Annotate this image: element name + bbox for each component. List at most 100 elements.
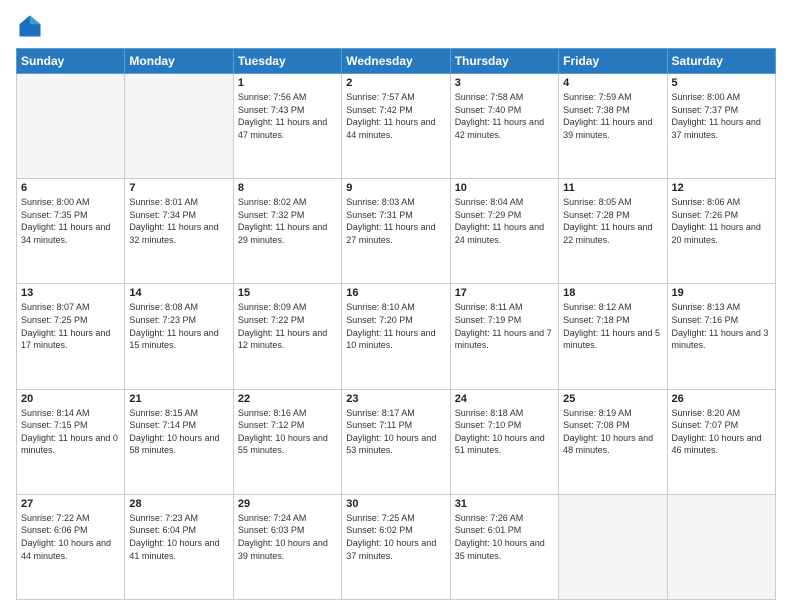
day-cell: 26 Sunrise: 8:20 AMSunset: 7:07 PMDayligh… [667, 389, 775, 494]
day-number: 30 [346, 498, 445, 510]
page: SundayMondayTuesdayWednesdayThursdayFrid… [0, 0, 792, 612]
day-cell: 9Sunrise: 8:03 AMSunset: 7:31 PMDaylight… [342, 179, 450, 284]
day-number: 6 [21, 182, 120, 194]
day-cell: 17Sunrise: 8:11 AMSunset: 7:19 PMDayligh… [450, 284, 558, 389]
weekday-header-monday: Monday [125, 49, 233, 74]
day-cell [17, 74, 125, 179]
day-cell: 14Sunrise: 8:08 AMSunset: 7:23 PMDayligh… [125, 284, 233, 389]
day-info: Sunrise: 8:15 AMSunset: 7:14 PMDaylight:… [129, 407, 228, 457]
week-row-1: 1 Sunrise: 7:56 AMSunset: 7:43 PMDaylight… [17, 74, 776, 179]
day-number: 20 [21, 393, 120, 405]
day-cell: 2 Sunrise: 7:57 AMSunset: 7:42 PMDaylight… [342, 74, 450, 179]
weekday-header-sunday: Sunday [17, 49, 125, 74]
day-number: 25 [563, 393, 662, 405]
day-cell: 29 Sunrise: 7:24 AMSunset: 6:03 PMDayligh… [233, 494, 341, 599]
day-info: Sunrise: 8:19 AMSunset: 7:08 PMDaylight:… [563, 407, 662, 457]
day-cell: 20 Sunrise: 8:14 AMSunset: 7:15 PMDayligh… [17, 389, 125, 494]
day-cell: 7Sunrise: 8:01 AMSunset: 7:34 PMDaylight… [125, 179, 233, 284]
week-row-3: 13 Sunrise: 8:07 AMSunset: 7:25 PMDayligh… [17, 284, 776, 389]
day-info: Sunrise: 8:13 AMSunset: 7:16 PMDaylight:… [672, 301, 771, 351]
day-cell [559, 494, 667, 599]
logo [16, 12, 48, 40]
day-number: 24 [455, 393, 554, 405]
day-number: 28 [129, 498, 228, 510]
day-cell: 19 Sunrise: 8:13 AMSunset: 7:16 PMDayligh… [667, 284, 775, 389]
day-number: 22 [238, 393, 337, 405]
day-info: Sunrise: 7:23 AMSunset: 6:04 PMDaylight:… [129, 512, 228, 562]
day-info: Sunrise: 8:04 AMSunset: 7:29 PMDaylight:… [455, 196, 554, 246]
weekday-header-tuesday: Tuesday [233, 49, 341, 74]
day-cell: 3Sunrise: 7:58 AMSunset: 7:40 PMDaylight… [450, 74, 558, 179]
calendar-table: SundayMondayTuesdayWednesdayThursdayFrid… [16, 48, 776, 600]
day-cell: 5 Sunrise: 8:00 AMSunset: 7:37 PMDaylight… [667, 74, 775, 179]
day-cell: 13 Sunrise: 8:07 AMSunset: 7:25 PMDayligh… [17, 284, 125, 389]
day-number: 12 [672, 182, 771, 194]
day-info: Sunrise: 8:14 AMSunset: 7:15 PMDaylight:… [21, 407, 120, 457]
day-cell: 1 Sunrise: 7:56 AMSunset: 7:43 PMDaylight… [233, 74, 341, 179]
day-number: 5 [672, 77, 771, 89]
day-info: Sunrise: 8:02 AMSunset: 7:32 PMDaylight:… [238, 196, 337, 246]
day-cell: 10 Sunrise: 8:04 AMSunset: 7:29 PMDayligh… [450, 179, 558, 284]
day-number: 16 [346, 287, 445, 299]
day-cell: 27 Sunrise: 7:22 AMSunset: 6:06 PMDayligh… [17, 494, 125, 599]
day-number: 23 [346, 393, 445, 405]
day-number: 4 [563, 77, 662, 89]
day-cell: 18 Sunrise: 8:12 AMSunset: 7:18 PMDayligh… [559, 284, 667, 389]
weekday-header-wednesday: Wednesday [342, 49, 450, 74]
day-cell: 22 Sunrise: 8:16 AMSunset: 7:12 PMDayligh… [233, 389, 341, 494]
day-number: 17 [455, 287, 554, 299]
day-cell: 21 Sunrise: 8:15 AMSunset: 7:14 PMDayligh… [125, 389, 233, 494]
day-info: Sunrise: 8:07 AMSunset: 7:25 PMDaylight:… [21, 301, 120, 351]
day-info: Sunrise: 7:24 AMSunset: 6:03 PMDaylight:… [238, 512, 337, 562]
day-number: 19 [672, 287, 771, 299]
day-number: 13 [21, 287, 120, 299]
day-cell: 24Sunrise: 8:18 AMSunset: 7:10 PMDayligh… [450, 389, 558, 494]
day-number: 31 [455, 498, 554, 510]
day-info: Sunrise: 8:12 AMSunset: 7:18 PMDaylight:… [563, 301, 662, 351]
day-info: Sunrise: 8:09 AMSunset: 7:22 PMDaylight:… [238, 301, 337, 351]
weekday-header-saturday: Saturday [667, 49, 775, 74]
day-number: 27 [21, 498, 120, 510]
day-number: 21 [129, 393, 228, 405]
day-info: Sunrise: 8:10 AMSunset: 7:20 PMDaylight:… [346, 301, 445, 351]
day-info: Sunrise: 8:05 AMSunset: 7:28 PMDaylight:… [563, 196, 662, 246]
day-info: Sunrise: 8:08 AMSunset: 7:23 PMDaylight:… [129, 301, 228, 351]
day-info: Sunrise: 8:00 AMSunset: 7:35 PMDaylight:… [21, 196, 120, 246]
day-info: Sunrise: 7:25 AMSunset: 6:02 PMDaylight:… [346, 512, 445, 562]
day-info: Sunrise: 7:59 AMSunset: 7:38 PMDaylight:… [563, 91, 662, 141]
day-cell: 6 Sunrise: 8:00 AMSunset: 7:35 PMDaylight… [17, 179, 125, 284]
header [16, 12, 776, 40]
day-info: Sunrise: 7:56 AMSunset: 7:43 PMDaylight:… [238, 91, 337, 141]
day-cell: 8 Sunrise: 8:02 AMSunset: 7:32 PMDaylight… [233, 179, 341, 284]
day-number: 29 [238, 498, 337, 510]
day-number: 8 [238, 182, 337, 194]
weekday-header-row: SundayMondayTuesdayWednesdayThursdayFrid… [17, 49, 776, 74]
day-cell: 11Sunrise: 8:05 AMSunset: 7:28 PMDayligh… [559, 179, 667, 284]
day-number: 15 [238, 287, 337, 299]
day-cell [667, 494, 775, 599]
day-cell: 15 Sunrise: 8:09 AMSunset: 7:22 PMDayligh… [233, 284, 341, 389]
day-info: Sunrise: 7:58 AMSunset: 7:40 PMDaylight:… [455, 91, 554, 141]
day-info: Sunrise: 8:03 AMSunset: 7:31 PMDaylight:… [346, 196, 445, 246]
day-cell: 12 Sunrise: 8:06 AMSunset: 7:26 PMDayligh… [667, 179, 775, 284]
day-cell [125, 74, 233, 179]
day-number: 18 [563, 287, 662, 299]
day-number: 26 [672, 393, 771, 405]
day-info: Sunrise: 7:57 AMSunset: 7:42 PMDaylight:… [346, 91, 445, 141]
day-cell: 31 Sunrise: 7:26 AMSunset: 6:01 PMDayligh… [450, 494, 558, 599]
week-row-5: 27 Sunrise: 7:22 AMSunset: 6:06 PMDayligh… [17, 494, 776, 599]
day-info: Sunrise: 8:06 AMSunset: 7:26 PMDaylight:… [672, 196, 771, 246]
day-number: 10 [455, 182, 554, 194]
day-info: Sunrise: 8:17 AMSunset: 7:11 PMDaylight:… [346, 407, 445, 457]
day-cell: 28 Sunrise: 7:23 AMSunset: 6:04 PMDayligh… [125, 494, 233, 599]
day-info: Sunrise: 7:22 AMSunset: 6:06 PMDaylight:… [21, 512, 120, 562]
day-cell: 23 Sunrise: 8:17 AMSunset: 7:11 PMDayligh… [342, 389, 450, 494]
day-info: Sunrise: 8:00 AMSunset: 7:37 PMDaylight:… [672, 91, 771, 141]
day-number: 2 [346, 77, 445, 89]
weekday-header-friday: Friday [559, 49, 667, 74]
day-info: Sunrise: 8:16 AMSunset: 7:12 PMDaylight:… [238, 407, 337, 457]
day-info: Sunrise: 8:20 AMSunset: 7:07 PMDaylight:… [672, 407, 771, 457]
day-info: Sunrise: 7:26 AMSunset: 6:01 PMDaylight:… [455, 512, 554, 562]
day-number: 1 [238, 77, 337, 89]
week-row-4: 20 Sunrise: 8:14 AMSunset: 7:15 PMDayligh… [17, 389, 776, 494]
